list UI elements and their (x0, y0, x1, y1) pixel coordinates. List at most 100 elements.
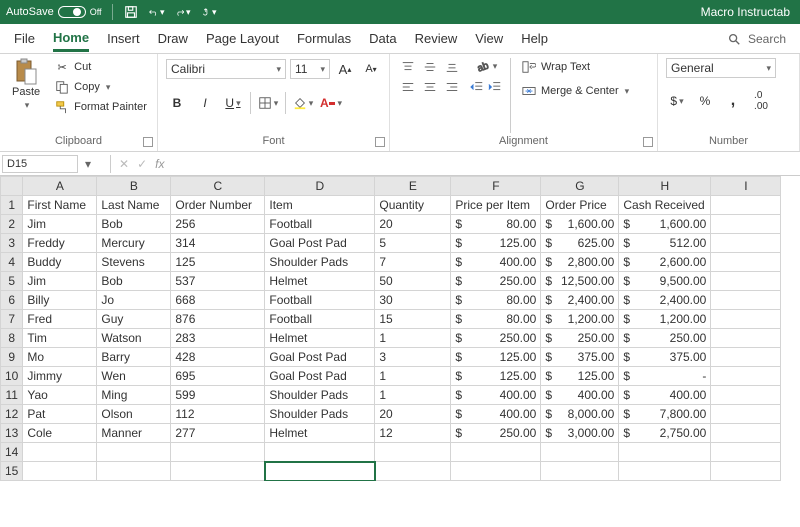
name-box[interactable]: D15 (2, 155, 78, 173)
cell[interactable]: Shoulder Pads (265, 386, 375, 405)
percent-format-button[interactable]: % (694, 90, 716, 112)
cell[interactable]: $250.00 (451, 272, 541, 291)
cell[interactable] (619, 462, 711, 481)
cell[interactable]: $125.00 (541, 367, 619, 386)
column-header[interactable]: A (23, 177, 97, 196)
search-box[interactable]: Search (726, 31, 786, 47)
cell[interactable]: 12 (375, 424, 451, 443)
cell[interactable] (265, 462, 375, 481)
tab-review[interactable]: Review (415, 27, 458, 50)
align-top-icon[interactable] (398, 58, 418, 76)
cell[interactable] (711, 329, 781, 348)
orientation-button[interactable]: ab▾ (470, 58, 502, 74)
borders-button[interactable]: ▾ (257, 92, 279, 114)
clipboard-dialog-launcher[interactable] (143, 137, 153, 147)
cell[interactable]: Shoulder Pads (265, 253, 375, 272)
cell[interactable]: $512.00 (619, 234, 711, 253)
increase-indent-icon[interactable] (488, 80, 502, 94)
cell[interactable]: 314 (171, 234, 265, 253)
cell[interactable]: $80.00 (451, 310, 541, 329)
increase-decimal-button[interactable]: .0.00 (750, 90, 772, 112)
cell[interactable]: $400.00 (619, 386, 711, 405)
redo-icon[interactable]: ▾ (175, 4, 191, 20)
cell[interactable] (711, 367, 781, 386)
cell[interactable] (711, 310, 781, 329)
cell[interactable] (711, 443, 781, 462)
cell[interactable]: $- (619, 367, 711, 386)
formula-input[interactable] (172, 155, 792, 173)
cell[interactable]: Order Number (171, 196, 265, 215)
cell[interactable]: Wen (97, 367, 171, 386)
column-header[interactable]: E (375, 177, 451, 196)
cell[interactable]: $125.00 (451, 234, 541, 253)
align-middle-icon[interactable] (420, 58, 440, 76)
cell[interactable]: $1,200.00 (541, 310, 619, 329)
cell[interactable]: Goal Post Pad (265, 367, 375, 386)
cell[interactable]: 668 (171, 291, 265, 310)
cell[interactable]: Billy (23, 291, 97, 310)
tab-insert[interactable]: Insert (107, 27, 140, 50)
cell[interactable]: Olson (97, 405, 171, 424)
column-header[interactable]: D (265, 177, 375, 196)
cell[interactable]: Jimmy (23, 367, 97, 386)
cell[interactable]: Goal Post Pad (265, 234, 375, 253)
cell[interactable] (619, 443, 711, 462)
cell[interactable] (541, 462, 619, 481)
cell[interactable]: Tim (23, 329, 97, 348)
cell[interactable]: Jim (23, 215, 97, 234)
cell[interactable]: 7 (375, 253, 451, 272)
align-bottom-icon[interactable] (442, 58, 462, 76)
cell[interactable] (711, 462, 781, 481)
cell[interactable]: 1 (375, 329, 451, 348)
cell[interactable] (711, 215, 781, 234)
font-dialog-launcher[interactable] (375, 137, 385, 147)
worksheet-grid[interactable]: ABCDEFGHI1First NameLast NameOrder Numbe… (0, 176, 800, 481)
align-right-icon[interactable] (442, 78, 462, 96)
cell[interactable] (97, 443, 171, 462)
cell[interactable]: Quantity (375, 196, 451, 215)
alignment-dialog-launcher[interactable] (643, 137, 653, 147)
cell[interactable]: Watson (97, 329, 171, 348)
cell[interactable]: $7,800.00 (619, 405, 711, 424)
cell[interactable]: $1,600.00 (541, 215, 619, 234)
cell[interactable]: 30 (375, 291, 451, 310)
increase-font-icon[interactable]: A▴ (334, 58, 356, 80)
cell[interactable]: Last Name (97, 196, 171, 215)
cell[interactable]: $250.00 (541, 329, 619, 348)
cell[interactable] (23, 462, 97, 481)
italic-button[interactable]: I (194, 92, 216, 114)
cell[interactable]: Helmet (265, 272, 375, 291)
column-header[interactable]: C (171, 177, 265, 196)
cell[interactable]: 283 (171, 329, 265, 348)
cell[interactable]: Barry (97, 348, 171, 367)
tab-page-layout[interactable]: Page Layout (206, 27, 279, 50)
touch-mode-icon[interactable]: ▾ (201, 4, 217, 20)
cell[interactable] (265, 443, 375, 462)
cell[interactable]: Price per Item (451, 196, 541, 215)
cell[interactable]: $250.00 (451, 329, 541, 348)
cell[interactable]: Fred (23, 310, 97, 329)
cell[interactable]: $2,600.00 (619, 253, 711, 272)
enter-formula-icon[interactable]: ✓ (137, 157, 147, 171)
row-header[interactable]: 2 (1, 215, 23, 234)
underline-button[interactable]: U▾ (222, 92, 244, 114)
tab-home[interactable]: Home (53, 26, 89, 52)
cell[interactable]: Shoulder Pads (265, 405, 375, 424)
cell[interactable] (711, 253, 781, 272)
cell[interactable]: 50 (375, 272, 451, 291)
cell[interactable] (711, 234, 781, 253)
cell[interactable] (711, 405, 781, 424)
tab-help[interactable]: Help (521, 27, 548, 50)
wrap-text-button[interactable]: Wrap Text (519, 58, 631, 76)
cell[interactable]: $125.00 (451, 367, 541, 386)
accounting-format-button[interactable]: $▾ (666, 90, 688, 112)
save-icon[interactable] (123, 4, 139, 20)
cell[interactable]: $375.00 (619, 348, 711, 367)
tab-draw[interactable]: Draw (158, 27, 188, 50)
cell[interactable] (711, 272, 781, 291)
row-header[interactable]: 14 (1, 443, 23, 462)
cell[interactable]: $2,400.00 (619, 291, 711, 310)
cell[interactable]: $375.00 (541, 348, 619, 367)
row-header[interactable]: 10 (1, 367, 23, 386)
cell[interactable]: Mercury (97, 234, 171, 253)
